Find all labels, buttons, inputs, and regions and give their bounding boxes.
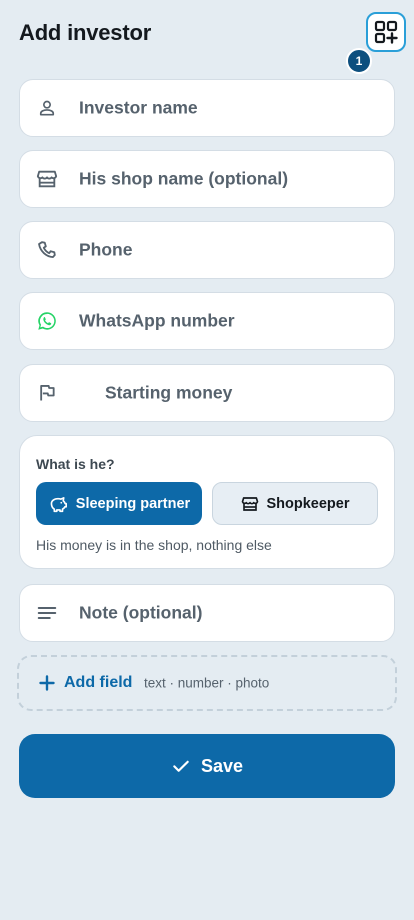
whatsapp-placeholder: WhatsApp number [79,310,235,331]
phone-field[interactable]: Phone [19,221,395,279]
shopkeeper-label: Shopkeeper [266,495,350,512]
qr-add-icon [374,20,398,44]
page-header: Add investor 1 [0,0,414,76]
investor-name-field[interactable]: Investor name [19,79,395,137]
sleeping-partner-button[interactable]: Sleeping partner [36,482,202,525]
store-icon [36,168,58,190]
starting-money-field[interactable]: Starting money [19,364,395,422]
add-field-hint: text · number · photo [144,675,270,691]
person-icon [36,97,58,119]
role-help-text: His money is in the shop, nothing else [36,537,272,553]
shopkeeper-button[interactable]: Shopkeeper [212,482,378,525]
notes-icon [36,602,58,624]
whatsapp-icon [36,310,58,332]
phone-placeholder: Phone [79,239,133,260]
save-label: Save [200,755,244,776]
role-selector-card: What is he? Sleeping partner Shopkeeper … [19,435,395,569]
plus-icon [39,675,55,691]
page-title: Add investor [19,20,152,45]
add-field-button[interactable]: Add field text · number · photo [17,655,397,711]
save-button[interactable]: Save [19,734,395,798]
sleeping-partner-label: Sleeping partner [75,495,191,512]
starting-money-placeholder: Starting money [105,382,233,403]
scan-qr-button[interactable] [366,12,406,52]
note-field[interactable]: Note (optional) [19,584,395,642]
role-question: What is he? [36,456,115,472]
shop-name-field[interactable]: His shop name (optional) [19,150,395,208]
notification-badge: 1 [346,48,372,74]
piggy-bank-icon [50,496,67,512]
store-icon [241,496,258,511]
note-placeholder: Note (optional) [79,602,203,623]
check-icon [173,760,189,772]
phone-icon [36,239,58,261]
investor-name-placeholder: Investor name [79,97,198,118]
whatsapp-field[interactable]: WhatsApp number [19,292,395,350]
add-field-label: Add field [64,674,133,691]
shop-name-placeholder: His shop name (optional) [79,168,289,189]
flag-icon [36,382,58,404]
